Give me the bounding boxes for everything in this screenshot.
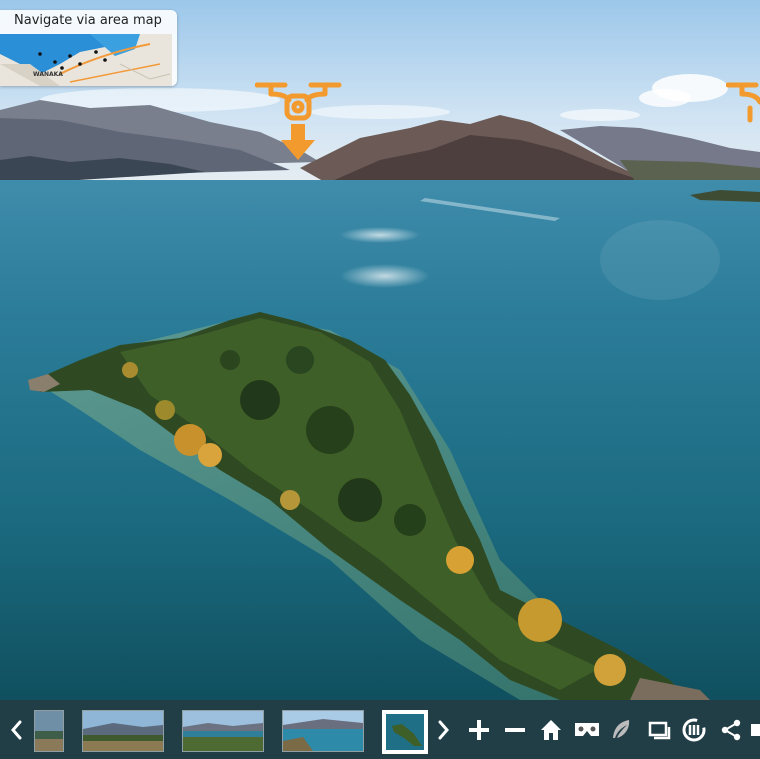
drone-hotspot[interactable] bbox=[725, 78, 760, 148]
feather-icon bbox=[613, 720, 630, 738]
thumbnail-image bbox=[283, 711, 363, 751]
thumbnail-image bbox=[35, 711, 63, 751]
thumbnails-prev-button[interactable] bbox=[4, 716, 30, 744]
area-map-thumbnail[interactable] bbox=[0, 34, 172, 86]
drone-icon bbox=[254, 82, 342, 160]
thumbnail-image bbox=[386, 714, 424, 750]
vr-headset-icon bbox=[575, 723, 599, 736]
feather-button[interactable] bbox=[608, 716, 634, 744]
chevron-right-icon bbox=[438, 720, 449, 740]
fullscreen-button[interactable] bbox=[646, 716, 672, 744]
scene-thumbnail-active[interactable] bbox=[382, 710, 428, 754]
chevron-left-icon bbox=[11, 720, 22, 740]
thumbnails-next-button[interactable] bbox=[430, 716, 456, 744]
vr-mode-button[interactable] bbox=[572, 716, 602, 744]
fullscreen-icon bbox=[648, 721, 671, 740]
panorama-view[interactable] bbox=[0, 0, 760, 700]
home-icon bbox=[541, 720, 561, 740]
scene-thumbnail[interactable] bbox=[282, 710, 364, 752]
scene-thumbnail[interactable] bbox=[34, 710, 64, 752]
autorotate-icon bbox=[682, 718, 706, 742]
area-map-widget[interactable]: Navigate via area map WANAKA bbox=[0, 10, 177, 86]
more-button[interactable] bbox=[748, 716, 760, 744]
home-button[interactable] bbox=[538, 716, 564, 744]
thumbnail-image bbox=[183, 711, 263, 751]
drone-icon bbox=[725, 82, 760, 123]
area-map-title: Navigate via area map bbox=[14, 13, 162, 28]
panorama-scene bbox=[0, 0, 760, 700]
zoom-out-icon bbox=[505, 728, 525, 732]
drone-hotspot[interactable] bbox=[254, 78, 345, 168]
autorotate-button[interactable] bbox=[681, 716, 707, 744]
zoom-in-button[interactable] bbox=[466, 716, 492, 744]
share-icon bbox=[721, 719, 741, 741]
thumbnail-image bbox=[83, 711, 163, 751]
scene-thumbnail[interactable] bbox=[82, 710, 164, 752]
scene-thumbnail[interactable] bbox=[182, 710, 264, 752]
share-button[interactable] bbox=[718, 716, 744, 744]
zoom-out-button[interactable] bbox=[502, 716, 528, 744]
zoom-in-icon bbox=[469, 720, 489, 740]
more-icon bbox=[751, 724, 760, 736]
area-map-place-label: WANAKA bbox=[33, 71, 63, 78]
